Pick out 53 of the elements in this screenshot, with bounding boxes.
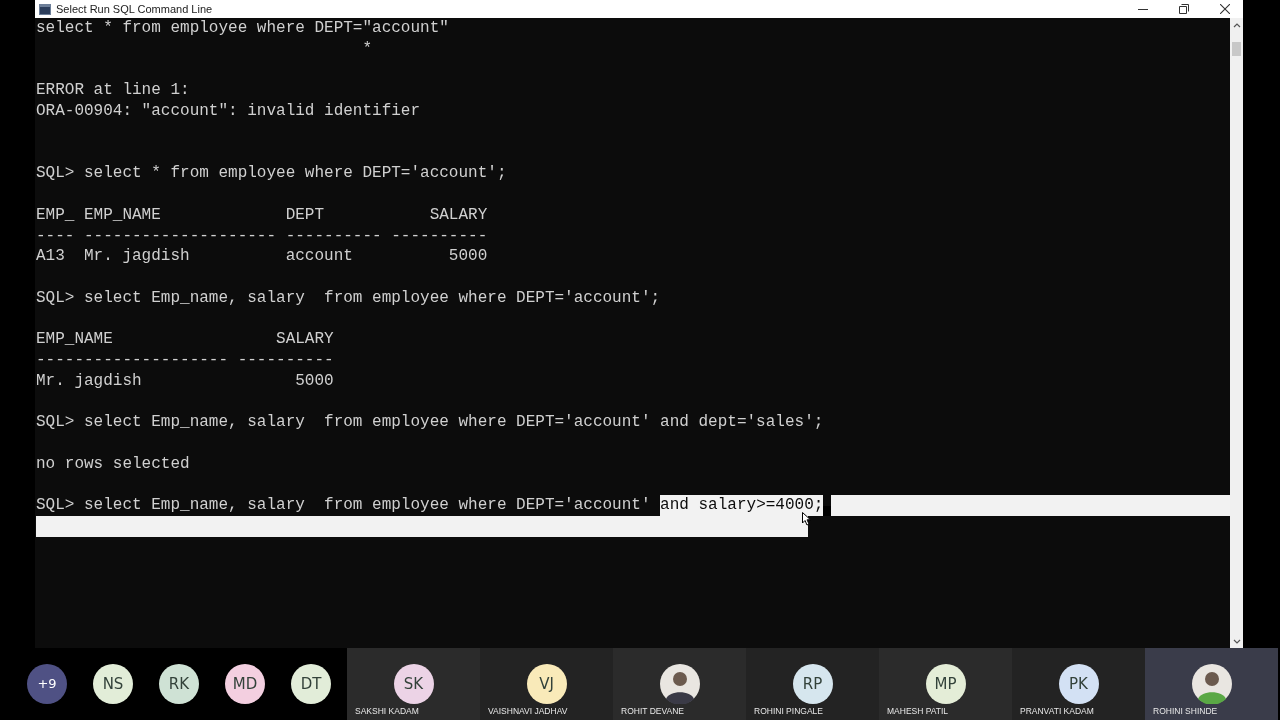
console-line: no rows selected <box>36 454 190 473</box>
window-title: Select Run SQL Command Line <box>56 1 213 17</box>
avatar-silhouette <box>1191 664 1232 704</box>
avatar-initials[interactable]: NS <box>93 664 133 704</box>
console-line: * <box>361 39 373 58</box>
console-line: SQL> select Emp_name, salary from employee where DEPT='account' <box>36 495 652 516</box>
participant-name: MAHESH PATIL <box>887 705 949 718</box>
participant-tile[interactable]: ROHINI SHINDE <box>1145 648 1278 720</box>
participant-tile[interactable]: SK SAKSHI KADAM <box>347 648 480 720</box>
scroll-thumb[interactable] <box>1232 42 1241 56</box>
participant-name: ROHINI PINGALE <box>754 705 823 718</box>
restore-icon[interactable] <box>1179 4 1189 14</box>
avatar-initials: MP <box>925 664 966 704</box>
avatar-silhouette <box>659 664 700 704</box>
avatar-initials: VJ <box>526 664 567 704</box>
avatar-initials: RP <box>792 664 833 704</box>
avatar-initials[interactable]: RK <box>159 664 199 704</box>
more-participants-badge[interactable]: +9 <box>27 664 67 704</box>
participant-name: ROHIT DEVANE <box>621 705 684 718</box>
console-line: A13 Mr. jagdish account 5000 <box>36 247 488 266</box>
participant-name: SAKSHI KADAM <box>355 705 419 718</box>
participant-name: PRANVATI KADAM <box>1020 705 1094 718</box>
console-line: SQL> select * from employee where DEPT='account'; <box>36 164 507 183</box>
console-line: select * from employee where DEPT="account" <box>36 19 449 37</box>
minimize-icon[interactable] <box>1138 8 1148 10</box>
participant-name: VAISHNAVI JADHAV <box>488 705 568 718</box>
participant-name: ROHINI SHINDE <box>1153 705 1218 718</box>
avatar-initials: SK <box>393 664 434 704</box>
participant-tile[interactable]: VJ VAISHNAVI JADHAV <box>480 648 613 720</box>
scroll-up-icon[interactable] <box>1232 22 1241 28</box>
console-line: SQL> select Emp_name, salary from employee where DEPT='account'; <box>36 288 661 307</box>
scrollbar[interactable] <box>1230 18 1243 648</box>
cursor-block <box>823 506 832 516</box>
participant-tile[interactable]: MP MAHESH PATIL <box>879 648 1012 720</box>
avatar-initials[interactable]: DT <box>291 664 331 704</box>
console-line: Mr. jagdish 5000 <box>36 371 334 390</box>
participant-tile[interactable]: ROHIT DEVANE <box>613 648 746 720</box>
scroll-down-icon[interactable] <box>1232 639 1241 645</box>
avatar-initials: PK <box>1058 664 1099 704</box>
console-line: SQL> select Emp_name, salary from employee where DEPT='account' and dept='sales'; <box>36 413 824 432</box>
participant-tile[interactable]: RP ROHINI PINGALE <box>746 648 879 720</box>
selected-text: and salary>=4000; <box>660 495 824 516</box>
console-line: ---- -------------------- ---------- ---------- <box>36 226 488 245</box>
participant-tile[interactable]: PK PRANVATI KADAM <box>1012 648 1145 720</box>
close-icon[interactable] <box>1220 4 1230 14</box>
console-line: ORA-00904: "account": invalid identifier <box>36 102 421 120</box>
avatar-initials[interactable]: MD <box>225 664 265 704</box>
console-line: EMP_NAME SALARY <box>36 330 334 349</box>
console-line: -------------------- ---------- <box>36 351 334 369</box>
mouse-pointer-icon <box>802 512 811 526</box>
console-line: ERROR at line 1: <box>36 81 190 100</box>
console-line: EMP_ EMP_NAME DEPT SALARY <box>36 205 488 224</box>
console-app-icon <box>39 3 51 15</box>
